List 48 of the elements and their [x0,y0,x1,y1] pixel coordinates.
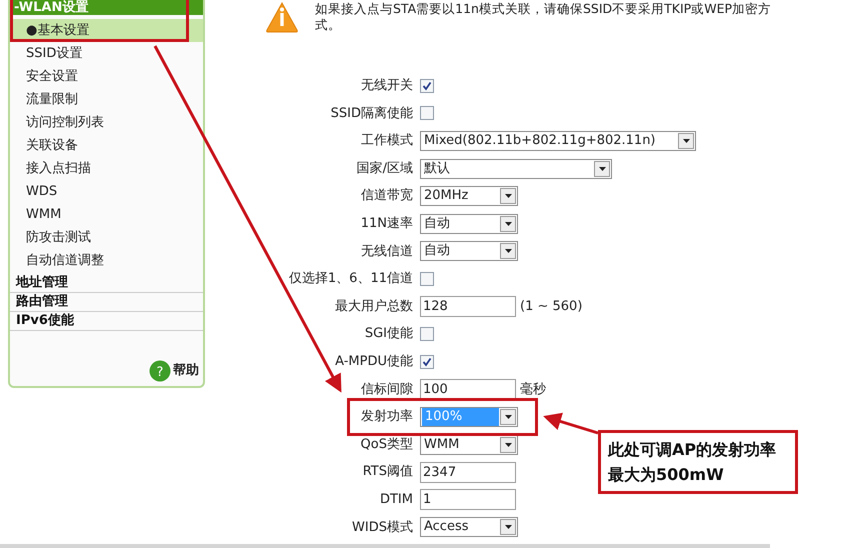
field-label: 无线信道 [360,242,414,261]
sidebar-section[interactable]: 地址管理 [10,274,203,293]
field-label: QoS类型 [360,436,414,454]
dropdown[interactable]: 自动 [420,214,518,234]
dropdown[interactable]: 默认 [420,158,612,179]
dropdown[interactable]: Mixed(802.11b+802.11g+802.11n) [420,130,696,151]
sidebar-item[interactable]: 防攻击测试 [10,226,203,249]
field-label: SGI使能 [364,325,414,344]
sidebar-item[interactable]: 接入点扫描 [10,157,203,180]
field-label: 仅选择1、6、11信道 [288,270,414,288]
field-label: A-MPDU使能 [334,352,414,371]
field-label: 国家/区域 [356,160,414,178]
dropdown[interactable]: Access [420,517,518,538]
input-field[interactable]: 2347 [420,462,516,483]
field-label: 工作模式 [360,132,414,150]
input-field[interactable]: 1 [420,489,516,510]
sidebar-header[interactable]: -WLAN设置 [10,0,203,15]
input-field[interactable]: 100 [420,378,516,400]
dropdown[interactable]: 20MHz [420,186,518,206]
field-label: 11N速率 [360,215,414,234]
sidebar-item[interactable]: 自动信道调整 [10,249,203,272]
sidebar-item[interactable]: 访问控制列表 [10,111,203,134]
unit-text: 毫秒 [520,380,546,399]
help-link[interactable]: 帮助 [173,361,199,381]
field-label: WIDS模式 [351,518,414,537]
field-label: 无线开关 [360,77,414,96]
field-label: 信道带宽 [360,187,414,206]
field-label: RTS阈值 [362,463,414,482]
sidebar-item[interactable]: 关联设备 [10,134,203,157]
field-label: SSID隔离使能 [330,104,414,123]
sidebar-item[interactable]: SSID设置 [10,42,203,65]
dropdown[interactable]: WMM [420,434,518,455]
field-label: 发射功率 [360,408,414,426]
input-field[interactable]: 128 [420,296,516,318]
callout-text: 最大为500mW [608,464,725,486]
callout-text: 此处可调AP的发射功率 [608,439,778,461]
sidebar-item[interactable]: WDS [10,180,203,203]
notice-text: 如果接入点与STA需要以11n模式关联，请确保SSID不要采用TKIP或WEP加密方式。 [315,0,772,33]
sidebar-section[interactable]: IPv6使能 [10,312,203,331]
sidebar-section[interactable]: 路由管理 [10,293,203,312]
sidebar-item[interactable]: WMM [10,203,203,226]
sidebar-item[interactable]: 安全设置 [10,65,203,88]
unit-text: (1 ~ 560) [520,298,582,316]
field-label: 最大用户总数 [334,298,414,316]
sidebar-item[interactable]: 流量限制 [10,88,203,111]
field-label: DTIM [378,490,414,509]
field-label: 信标间隙 [360,380,414,399]
dropdown[interactable]: 自动 [420,241,518,262]
